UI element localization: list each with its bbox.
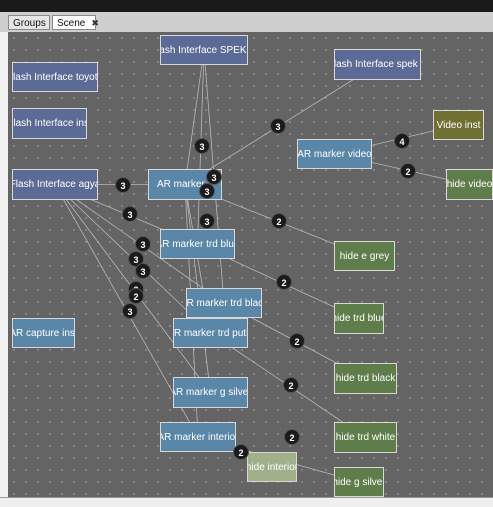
node-label: Video inst <box>436 119 481 131</box>
connection-count-badge: 3 <box>270 118 286 134</box>
node-label: Flash Interface spek E <box>334 59 420 70</box>
tab-bar: Groups Scene ✖ <box>0 12 493 33</box>
connection-line <box>184 49 205 185</box>
node-label: Flash Interface agya <box>12 179 98 190</box>
node-label: AR marker video <box>297 148 372 160</box>
node-ar-marker-trd-putih[interactable]: AR marker trd putih <box>173 318 248 348</box>
node-hide-trd-blue[interactable]: hide trd blue <box>334 303 384 334</box>
node-hide-g-silver[interactable]: hide g silver <box>334 467 384 497</box>
node-flash-interface-inst[interactable]: Flash Interface inst <box>12 108 87 139</box>
node-label: Flash Interface toyota <box>13 71 98 83</box>
node-ar-marker-trd-blue[interactable]: AR marker trd blue <box>160 229 235 259</box>
tab-groups[interactable]: Groups <box>8 15 50 30</box>
node-label: hide video <box>446 179 493 190</box>
node-hide-trd-white[interactable]: hide trd white <box>334 422 397 453</box>
node-hide-trd-black[interactable]: hide trd black <box>334 363 397 394</box>
connection-lines <box>54 49 470 483</box>
node-label: hide trd black <box>335 373 396 384</box>
window-top-bar <box>0 0 493 12</box>
connection-count-badge: 2 <box>276 274 292 290</box>
node-hide-video[interactable]: hide video <box>446 169 493 200</box>
node-label: hide trd white <box>335 432 396 443</box>
node-label: Flash Interface inst <box>13 118 86 129</box>
connection-count-badge: 3 <box>115 177 131 193</box>
node-hide-interior[interactable]: hide interior <box>247 452 297 482</box>
node-label: AR capture inst <box>12 327 75 339</box>
node-label: hide g silver <box>334 476 384 488</box>
node-label: hide trd blue <box>334 313 384 324</box>
node-label: hide e grey <box>339 250 390 262</box>
connection-count-badge: 2 <box>128 288 144 304</box>
tab-scene[interactable]: Scene ✖ <box>52 15 99 30</box>
node-ar-marker-interior[interactable]: AR marker interior <box>160 422 236 452</box>
node-flash-interface-toyota[interactable]: Flash Interface toyota <box>12 62 98 92</box>
scene-graph-canvas[interactable]: Flash Interface SPEK G Flash Interface s… <box>8 32 493 497</box>
node-label: AR marker trd blue <box>161 238 234 250</box>
node-hide-e-grey[interactable]: hide e grey <box>334 241 395 271</box>
node-label: AR marker g silver <box>173 387 248 398</box>
connection-count-badge: 2 <box>289 333 305 349</box>
node-flash-interface-spek-g[interactable]: Flash Interface SPEK G <box>160 35 248 65</box>
node-flash-interface-agya[interactable]: Flash Interface agya <box>12 169 98 200</box>
connection-count-badge: 2 <box>284 429 300 445</box>
connection-count-badge: 2 <box>233 444 249 460</box>
connection-count-badge: 3 <box>122 206 138 222</box>
node-label: Flash Interface SPEK G <box>160 44 247 56</box>
tab-scene-label: Scene <box>57 18 86 29</box>
node-ar-marker-g-silver[interactable]: AR marker g silver <box>173 377 248 408</box>
connection-count-badge: 3 <box>135 236 151 252</box>
node-video-inst[interactable]: Video inst <box>433 110 484 140</box>
connection-count-badge: 3 <box>194 138 210 154</box>
node-label: AR marker interior <box>160 431 236 443</box>
connection-count-badge: 2 <box>400 163 416 179</box>
node-flash-interface-spek-e[interactable]: Flash Interface spek E <box>334 49 421 80</box>
node-ar-marker-trd-black[interactable]: AR marker trd black <box>186 288 262 318</box>
connection-count-badge: 3 <box>135 263 151 279</box>
tab-groups-label: Groups <box>13 18 46 29</box>
node-label: AR marker trd black <box>186 297 261 309</box>
connection-count-badge: 3 <box>122 303 138 319</box>
node-label: hide interior <box>247 461 297 473</box>
node-label: AR marker trd putih <box>173 327 247 339</box>
connection-count-badge: 3 <box>199 213 215 229</box>
connection-count-badge: 2 <box>283 377 299 393</box>
connection-count-badge: 2 <box>271 213 287 229</box>
connection-count-badge: 3 <box>199 183 215 199</box>
node-ar-capture-inst[interactable]: AR capture inst <box>12 318 75 348</box>
close-icon[interactable]: ✖ <box>91 18 99 28</box>
connection-count-badge: 4 <box>394 133 410 149</box>
node-ar-marker-video[interactable]: AR marker video <box>297 139 372 169</box>
